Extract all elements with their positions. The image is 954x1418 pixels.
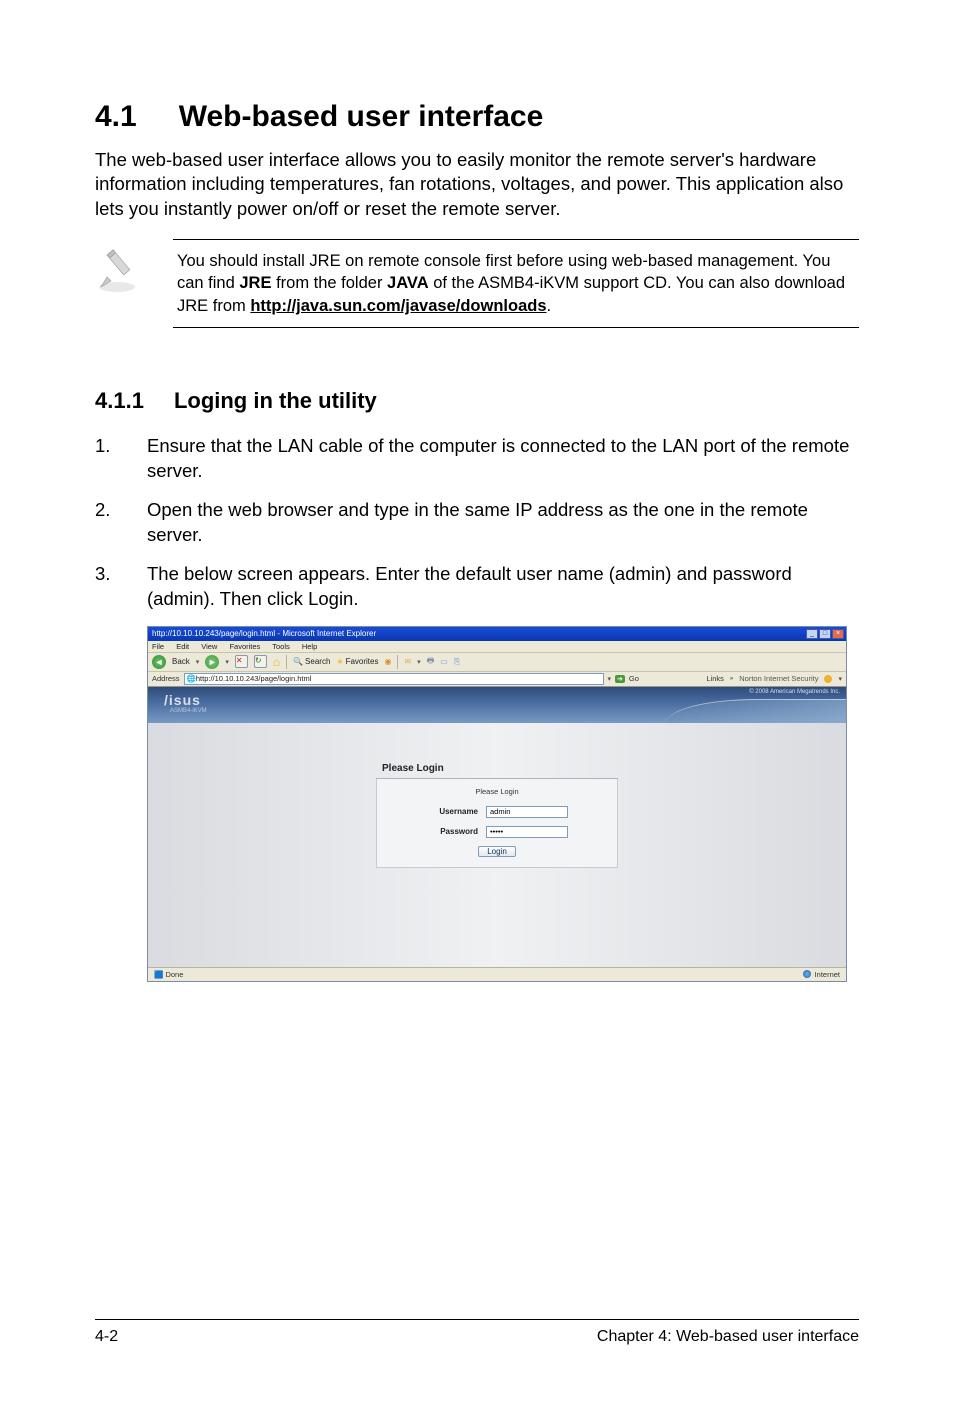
refresh-button[interactable]: ↻ — [254, 655, 267, 668]
username-input[interactable]: admin — [486, 806, 568, 818]
norton-label[interactable]: Norton Internet Security — [739, 674, 818, 683]
menu-help[interactable]: Help — [302, 642, 317, 651]
section-number: 4.1 — [95, 100, 137, 134]
menu-tools[interactable]: Tools — [272, 642, 290, 651]
subsection-title: Loging in the utility — [174, 388, 377, 413]
address-label: Address — [152, 674, 180, 683]
banner-decoration — [666, 699, 846, 723]
page-content: /isus ASMB4-iKVM © 2008 American Megatre… — [148, 687, 846, 967]
go-button[interactable]: ➔ — [615, 675, 625, 683]
step-item: 3.The below screen appears. Enter the de… — [95, 562, 859, 612]
page-banner: /isus ASMB4-iKVM © 2008 American Megatre… — [148, 687, 846, 723]
menu-favorites[interactable]: Favorites — [229, 642, 260, 651]
note-block: You should install JRE on remote console… — [95, 239, 859, 328]
product-name: ASMB4-iKVM — [170, 708, 207, 714]
step-item: 1.Ensure that the LAN cable of the compu… — [95, 434, 859, 484]
username-label: Username — [426, 807, 478, 816]
note-pencil-icon — [95, 239, 155, 300]
favorites-button[interactable]: ★ Favorites — [336, 657, 378, 666]
login-header: Please Login — [376, 763, 618, 779]
menu-edit[interactable]: Edit — [176, 642, 189, 651]
address-input[interactable]: 🌐 http://10.10.10.243/page/login.html — [184, 673, 604, 685]
home-button[interactable]: ⌂ — [273, 655, 280, 669]
section-title: Web-based user interface — [179, 100, 544, 133]
ie-titlebar: http://10.10.10.243/page/login.html - Mi… — [148, 627, 846, 641]
intro-paragraph: The web-based user interface allows you … — [95, 148, 859, 221]
back-button[interactable]: ◄ — [152, 655, 166, 669]
jre-download-link[interactable]: http://java.sun.com/javase/downloads — [250, 297, 546, 315]
minimize-button[interactable]: _ — [806, 629, 818, 639]
history-button[interactable]: ◉ — [384, 657, 391, 666]
status-zone: Internet — [803, 970, 840, 979]
step-item: 2.Open the web browser and type in the s… — [95, 498, 859, 548]
back-label[interactable]: Back — [172, 657, 190, 666]
subsection-heading: 4.1.1 Loging in the utility — [95, 388, 859, 414]
links-label[interactable]: Links — [706, 674, 724, 683]
page-footer: 4-2 Chapter 4: Web-based user interface — [95, 1319, 859, 1346]
steps-list: 1.Ensure that the LAN cable of the compu… — [95, 434, 859, 612]
password-input[interactable]: ••••• — [486, 826, 568, 838]
discuss-icon[interactable]: ⎘ — [454, 657, 460, 667]
globe-icon — [803, 970, 811, 978]
section-heading: 4.1 Web-based user interface — [95, 100, 859, 134]
ie-window: http://10.10.10.243/page/login.html - Mi… — [147, 626, 847, 982]
go-label[interactable]: Go — [629, 674, 639, 683]
close-button[interactable]: × — [832, 629, 844, 639]
password-label: Password — [426, 827, 478, 836]
login-panel: Please Login Please Login Username admin… — [376, 763, 618, 868]
chapter-label: Chapter 4: Web-based user interface — [597, 1328, 859, 1346]
status-done: 🟦 Done — [154, 970, 183, 979]
ie-toolbar: ◄ Back▾ ►▾ ✕ ↻ ⌂ 🔍 Search ★ Favorites ◉ … — [148, 653, 846, 672]
menu-view[interactable]: View — [201, 642, 217, 651]
norton-icon[interactable] — [824, 675, 832, 683]
forward-button[interactable]: ► — [205, 655, 219, 669]
stop-button[interactable]: ✕ — [235, 655, 248, 668]
edit-icon[interactable]: ▭ — [440, 657, 448, 666]
maximize-button[interactable]: □ — [819, 629, 831, 639]
login-subheader: Please Login — [385, 787, 609, 796]
asus-logo: /isus — [164, 692, 201, 708]
page-number: 4-2 — [95, 1328, 118, 1346]
ie-address-bar: Address 🌐 http://10.10.10.243/page/login… — [148, 672, 846, 687]
copyright-text: © 2008 American Megatrends Inc. — [749, 689, 840, 695]
mail-icon[interactable]: ✉ — [404, 657, 411, 666]
note-text: You should install JRE on remote console… — [173, 239, 859, 328]
ie-status-bar: 🟦 Done Internet — [148, 967, 846, 981]
ie-window-title: http://10.10.10.243/page/login.html - Mi… — [152, 629, 376, 638]
subsection-number: 4.1.1 — [95, 388, 144, 414]
menu-file[interactable]: File — [152, 642, 164, 651]
search-button[interactable]: 🔍 Search — [293, 657, 330, 666]
login-button[interactable]: Login — [478, 846, 516, 857]
ie-menubar: File Edit View Favorites Tools Help — [148, 641, 846, 653]
print-icon[interactable]: 🖶 — [427, 655, 435, 669]
